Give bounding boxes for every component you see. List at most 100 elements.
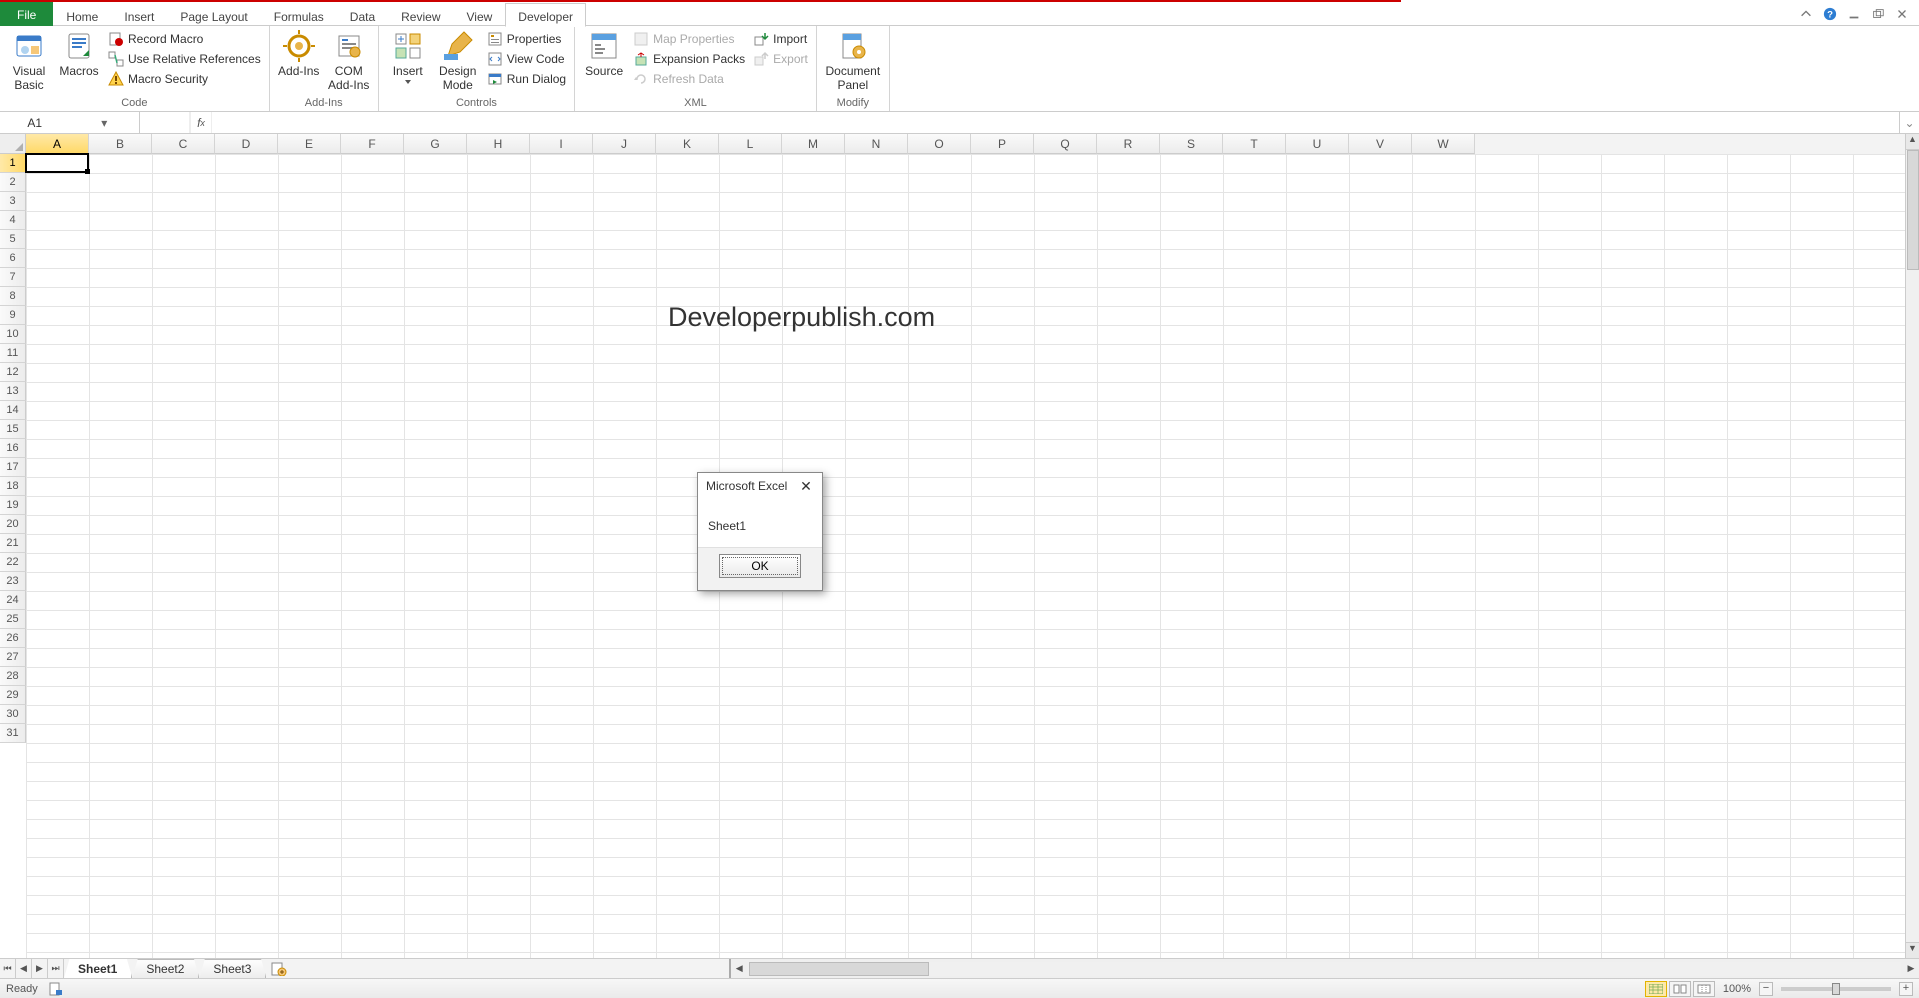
help-icon[interactable]: ? (1823, 7, 1837, 21)
vertical-scrollbar[interactable]: ▲ ▼ (1905, 134, 1919, 958)
column-header-N[interactable]: N (845, 134, 908, 154)
zoom-in-icon[interactable]: + (1899, 982, 1913, 996)
column-header-S[interactable]: S (1160, 134, 1223, 154)
zoom-out-icon[interactable]: − (1759, 982, 1773, 996)
window-min-icon[interactable] (1847, 7, 1861, 21)
column-header-H[interactable]: H (467, 134, 530, 154)
design-mode-button[interactable]: Design Mode (435, 28, 481, 93)
horizontal-scrollbar[interactable]: ◀ ▶ (729, 959, 1919, 978)
row-header-20[interactable]: 20 (0, 515, 26, 534)
scroll-up-icon[interactable]: ▲ (1906, 134, 1919, 150)
row-header-30[interactable]: 30 (0, 705, 26, 724)
row-header-25[interactable]: 25 (0, 610, 26, 629)
macro-record-status-icon[interactable] (48, 982, 64, 996)
column-header-F[interactable]: F (341, 134, 404, 154)
row-header-4[interactable]: 4 (0, 211, 26, 230)
row-header-11[interactable]: 11 (0, 344, 26, 363)
row-header-3[interactable]: 3 (0, 192, 26, 211)
scroll-right-icon[interactable]: ▶ (1903, 963, 1919, 974)
active-cell-cursor[interactable] (25, 153, 89, 173)
row-header-17[interactable]: 17 (0, 458, 26, 477)
view-page-break-icon[interactable] (1693, 981, 1715, 997)
row-header-8[interactable]: 8 (0, 287, 26, 306)
sheet-nav-first-icon[interactable]: ⏮ (0, 959, 16, 979)
sheet-nav-prev-icon[interactable]: ◀ (16, 959, 32, 979)
expansion-packs-button[interactable]: Expansion Packs (631, 50, 747, 68)
column-header-B[interactable]: B (89, 134, 152, 154)
view-page-layout-icon[interactable] (1669, 981, 1691, 997)
row-header-10[interactable]: 10 (0, 325, 26, 344)
row-header-22[interactable]: 22 (0, 553, 26, 572)
cells-area[interactable]: Developerpublish.com (26, 154, 1905, 958)
use-relative-references-button[interactable]: Use Relative References (106, 50, 263, 68)
column-header-T[interactable]: T (1223, 134, 1286, 154)
view-code-button[interactable]: View Code (485, 50, 568, 68)
zoom-percent[interactable]: 100% (1723, 983, 1751, 995)
dialog-close-icon[interactable]: ✕ (794, 476, 818, 496)
scroll-left-icon[interactable]: ◀ (731, 963, 747, 974)
column-header-C[interactable]: C (152, 134, 215, 154)
row-header-21[interactable]: 21 (0, 534, 26, 553)
name-box[interactable]: A1 ▾ (0, 112, 140, 133)
source-button[interactable]: Source (581, 28, 627, 78)
dialog-ok-button[interactable]: OK (719, 554, 801, 578)
tab-review[interactable]: Review (388, 2, 453, 26)
tab-insert[interactable]: Insert (111, 2, 167, 26)
scroll-down-icon[interactable]: ▼ (1906, 942, 1919, 958)
column-header-P[interactable]: P (971, 134, 1034, 154)
macros-button[interactable]: Macros (56, 28, 102, 78)
column-header-K[interactable]: K (656, 134, 719, 154)
hscroll-thumb[interactable] (749, 962, 929, 976)
fx-icon[interactable]: fx (190, 112, 212, 133)
column-header-U[interactable]: U (1286, 134, 1349, 154)
formula-bar-expand-icon[interactable]: ⌄ (1899, 112, 1919, 133)
sheet-tab-3[interactable]: Sheet3 (199, 959, 266, 978)
row-header-24[interactable]: 24 (0, 591, 26, 610)
visual-basic-button[interactable]: Visual Basic (6, 28, 52, 93)
row-header-31[interactable]: 31 (0, 724, 26, 743)
column-header-A[interactable]: A (26, 134, 89, 154)
zoom-slider[interactable] (1781, 987, 1891, 991)
worksheet-grid[interactable]: ABCDEFGHIJKLMNOPQRSTUVW 1234567891011121… (0, 134, 1919, 958)
row-header-23[interactable]: 23 (0, 572, 26, 591)
column-header-J[interactable]: J (593, 134, 656, 154)
sheet-tab-1[interactable]: Sheet1 (64, 959, 132, 978)
tab-view[interactable]: View (454, 2, 506, 26)
properties-button[interactable]: Properties (485, 30, 568, 48)
row-header-15[interactable]: 15 (0, 420, 26, 439)
name-box-dropdown-icon[interactable]: ▾ (70, 116, 140, 130)
row-header-28[interactable]: 28 (0, 667, 26, 686)
formula-input[interactable] (212, 112, 1899, 133)
view-normal-icon[interactable] (1645, 981, 1667, 997)
column-header-L[interactable]: L (719, 134, 782, 154)
row-header-19[interactable]: 19 (0, 496, 26, 515)
column-header-D[interactable]: D (215, 134, 278, 154)
sheet-nav-last-icon[interactable]: ⏭ (48, 959, 64, 979)
column-header-Q[interactable]: Q (1034, 134, 1097, 154)
macro-security-button[interactable]: Macro Security (106, 70, 263, 88)
column-header-R[interactable]: R (1097, 134, 1160, 154)
tab-data[interactable]: Data (337, 2, 388, 26)
window-close-icon[interactable] (1895, 7, 1909, 21)
document-panel-button[interactable]: Document Panel (823, 28, 883, 93)
row-header-1[interactable]: 1 (0, 154, 26, 173)
row-header-5[interactable]: 5 (0, 230, 26, 249)
row-header-27[interactable]: 27 (0, 648, 26, 667)
column-header-V[interactable]: V (1349, 134, 1412, 154)
zoom-slider-thumb[interactable] (1832, 983, 1840, 995)
row-header-29[interactable]: 29 (0, 686, 26, 705)
tab-file[interactable]: File (0, 2, 53, 26)
tab-formulas[interactable]: Formulas (261, 2, 337, 26)
row-header-18[interactable]: 18 (0, 477, 26, 496)
insert-controls-button[interactable]: Insert (385, 28, 431, 84)
record-macro-button[interactable]: Record Macro (106, 30, 263, 48)
column-header-M[interactable]: M (782, 134, 845, 154)
column-header-E[interactable]: E (278, 134, 341, 154)
sheet-tab-2[interactable]: Sheet2 (132, 959, 199, 978)
row-header-12[interactable]: 12 (0, 363, 26, 382)
row-header-13[interactable]: 13 (0, 382, 26, 401)
sheet-nav-next-icon[interactable]: ▶ (32, 959, 48, 979)
row-header-26[interactable]: 26 (0, 629, 26, 648)
row-header-14[interactable]: 14 (0, 401, 26, 420)
dialog-titlebar[interactable]: Microsoft Excel ✕ (698, 473, 822, 499)
